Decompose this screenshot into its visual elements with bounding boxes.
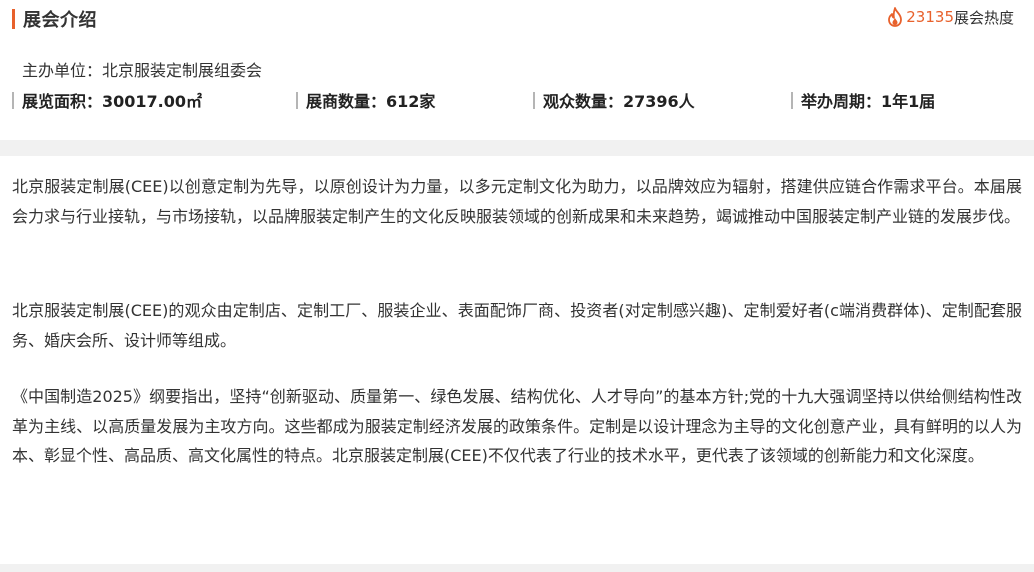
section-title-text: 展会介绍 [23,10,97,31]
section-title: 展会介绍 [12,8,97,31]
stat-divider [791,91,793,109]
stat-exhibitor-count: 展商数量：612家 [296,88,435,112]
heat-label: 展会热度 [953,8,1014,27]
stat-label: 举办周期：1年1届 [801,92,936,111]
stat-visitor-count: 观众数量：27396人 [533,88,695,112]
stats-row: 展览面积：30017.00㎡ 展商数量：612家 观众数量：27396人 举办周… [0,88,1034,112]
heat-count: 23135 [906,8,954,26]
stat-divider [296,91,298,109]
host-organizer: 主办单位：北京服装定制展组委会 [22,61,263,80]
stat-label: 展商数量：612家 [306,92,436,111]
heat-indicator: 23135 展会热度 [886,5,1014,29]
stat-label: 展览面积：30017.00㎡ [22,92,203,111]
description-paragraph: 《中国制造2025》纲要指出，坚持“创新驱动、质量第一、绿色发展、结构优化、人才… [12,387,1022,465]
stat-exhibition-area: 展览面积：30017.00㎡ [12,88,202,112]
stat-label: 观众数量：27396人 [543,92,695,111]
description-paragraph: 北京服装定制展(CEE)以创意定制为先导，以原创设计为力量，以多元定制文化为助力… [12,177,1022,226]
stat-divider [12,91,14,109]
stat-cycle: 举办周期：1年1届 [791,88,935,112]
description-card: 北京服装定制展(CEE)以创意定制为先导，以原创设计为力量，以多元定制文化为助力… [0,156,1034,564]
title-accent-bar [12,9,15,29]
exhibition-info-card: 展会介绍 23135 展会热度 主办单位：北京服装定制展组委会 展览面积：300… [0,0,1034,140]
description-paragraph: 北京服装定制展(CEE)的观众由定制店、定制工厂、服装企业、表面配饰厂商、投资者… [12,301,1022,350]
stat-divider [533,91,535,109]
flame-icon [886,7,904,27]
